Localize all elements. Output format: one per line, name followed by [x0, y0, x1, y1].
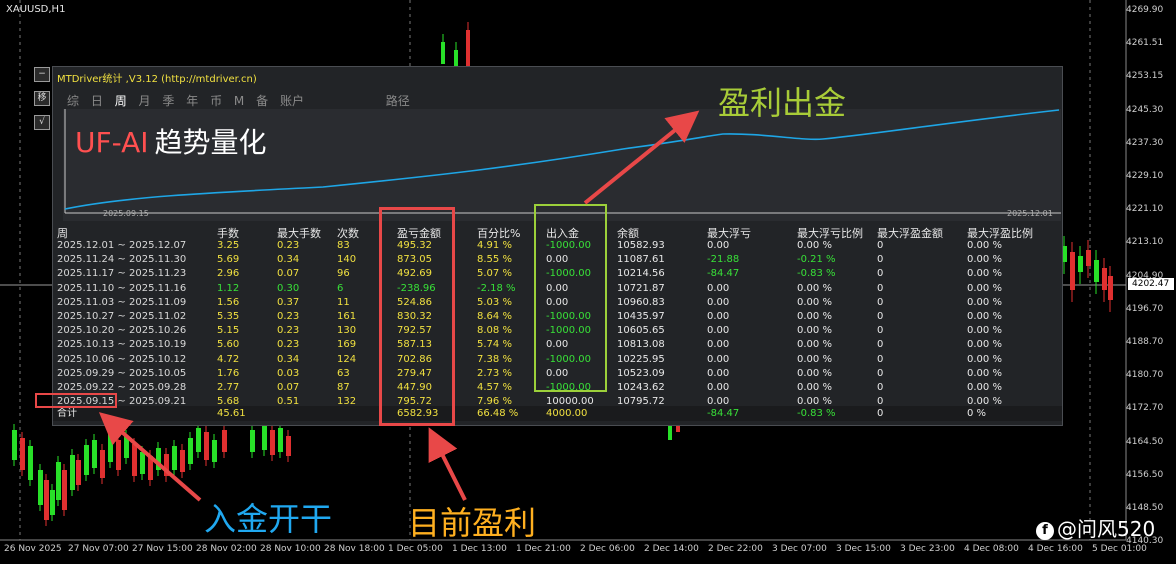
- watermark: f @问风520: [1036, 513, 1155, 542]
- annotation-arrows: [98, 110, 700, 502]
- arrow-to-start-week: [98, 412, 202, 502]
- annotation-profit-withdraw: 盈利出金: [718, 84, 847, 122]
- platform-logo-icon: f: [1036, 522, 1054, 540]
- annotation-current-profit: 目前盈利: [408, 504, 537, 542]
- arrow-to-total-pnl: [428, 427, 467, 501]
- annotation-deposit-start: 入金开干: [204, 500, 333, 538]
- watermark-text: @问风520: [1057, 517, 1156, 541]
- arrow-to-withdraw: [583, 110, 700, 205]
